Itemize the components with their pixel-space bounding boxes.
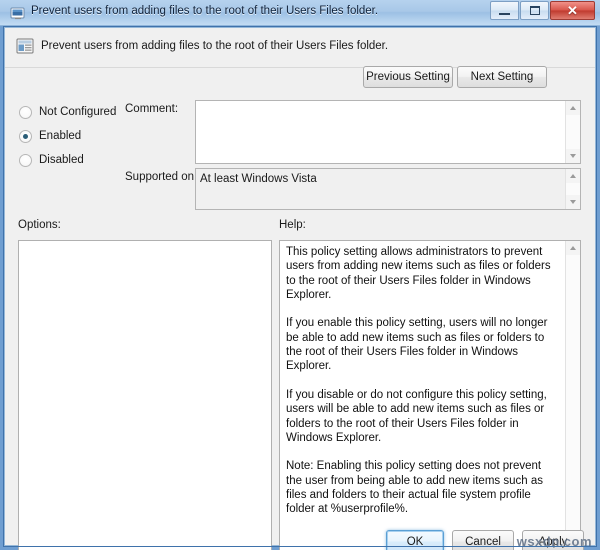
comment-scrollbar[interactable] [565,101,580,163]
title-bar[interactable]: Prevent users from adding files to the r… [0,0,600,26]
options-section-label: Options: [18,219,61,231]
radio-disabled-mark [19,153,32,167]
window-title: Prevent users from adding files to the r… [31,5,379,17]
supported-on-scroll-track[interactable] [566,183,580,195]
radio-disabled[interactable]: Disabled [19,152,84,168]
ok-button[interactable]: OK [386,530,444,550]
supported-on-value: At least Windows Vista [200,173,317,185]
radio-enabled-label: Enabled [39,130,82,142]
options-panel[interactable] [18,240,272,550]
help-scroll-track[interactable] [566,255,580,537]
help-section-label: Help: [279,219,306,231]
scroll-up-icon[interactable] [566,101,580,115]
policy-name-label: Prevent users from adding files to the r… [41,40,389,52]
radio-not-configured-label: Not Configured [39,106,117,118]
help-scrollbar[interactable] [565,241,580,550]
minimize-button[interactable] [490,1,519,20]
previous-setting-button[interactable]: Previous Setting [363,66,453,88]
supported-on-label: Supported on: [125,171,198,183]
scroll-up-icon[interactable] [566,241,580,255]
window-controls: ✕ [489,1,595,21]
scroll-down-icon[interactable] [566,149,580,163]
policy-setting-icon [16,37,34,55]
maximize-icon [530,6,540,15]
comment-input[interactable] [195,100,581,164]
radio-not-configured-mark [19,105,32,119]
supported-on-field: At least Windows Vista [195,168,581,210]
cancel-button[interactable]: Cancel [452,530,514,550]
scroll-down-icon[interactable] [566,195,580,209]
group-policy-setting-dialog: Prevent users from adding files to the r… [0,0,600,550]
close-icon: ✕ [567,3,578,18]
help-panel[interactable]: This policy setting allows administrator… [279,240,581,550]
radio-enabled-mark [19,129,32,143]
maximize-button[interactable] [520,1,549,20]
help-text: This policy setting allows administrator… [286,246,551,516]
policy-shortcut-icon [10,5,26,21]
comment-scroll-track[interactable] [566,115,580,149]
minimize-icon [499,13,510,15]
next-setting-button[interactable]: Next Setting [457,66,547,88]
watermark: wsxdn.com [516,534,592,549]
radio-enabled[interactable]: Enabled [19,128,81,144]
scroll-up-icon[interactable] [566,169,580,183]
radio-disabled-label: Disabled [39,154,84,166]
radio-not-configured[interactable]: Not Configured [19,104,116,120]
supported-on-scrollbar[interactable] [565,169,580,209]
policy-header-strip: Prevent users from adding files to the r… [5,28,595,68]
comment-label: Comment: [125,103,179,115]
dialog-client-area: Prevent users from adding files to the r… [4,27,596,550]
close-button[interactable]: ✕ [550,1,595,20]
